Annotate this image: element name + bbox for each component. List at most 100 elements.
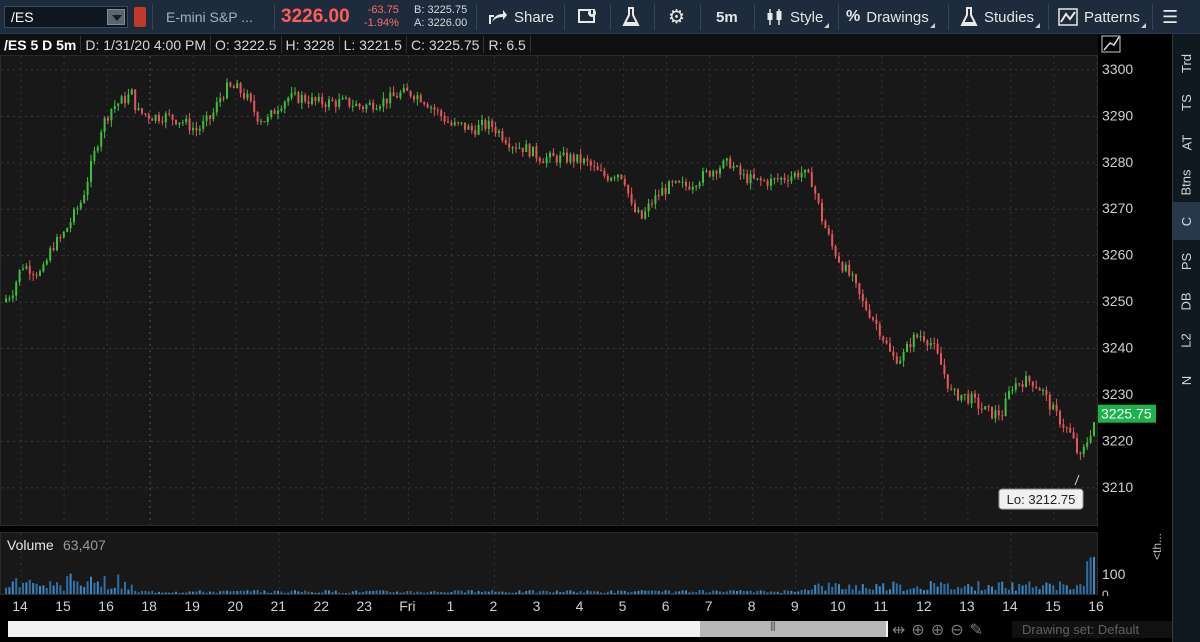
volume-bar [226, 590, 228, 594]
zoom-in-icon[interactable]: ⊕ [931, 620, 944, 640]
side-tab-at[interactable]: AT [1173, 123, 1200, 161]
corner-triangle-icon [1140, 23, 1146, 28]
time-tick-label: 14 [1002, 598, 1018, 614]
candle-body [671, 181, 674, 183]
scrollbar-thumb[interactable] [700, 621, 886, 637]
patterns-icon [1058, 8, 1078, 26]
timeframe-button[interactable]: 5m [716, 0, 738, 34]
candle-body [192, 127, 194, 131]
menu-button[interactable]: ☰ [1162, 0, 1178, 34]
volume-bar [780, 592, 783, 594]
volume-bar [317, 592, 320, 594]
side-tab-l2[interactable]: L2 [1173, 321, 1200, 359]
side-tab-btns[interactable]: Btns [1173, 163, 1200, 201]
candle-body [736, 165, 738, 167]
candle-body [1072, 432, 1075, 439]
volume-bar [603, 592, 606, 594]
candle-body [11, 295, 14, 299]
candle-body [15, 282, 18, 296]
candle-body [708, 170, 711, 177]
drawing-tool-icon[interactable]: ✎ [970, 620, 983, 640]
low-marker-line [1074, 474, 1080, 486]
symbol-selector[interactable]: /ES [4, 6, 128, 28]
studies-label: Studies [984, 8, 1035, 26]
volume-bar [800, 590, 803, 594]
volume-bar [436, 591, 439, 594]
current-price-tag: 3225.75 [1098, 404, 1156, 423]
chart-info-bar: /ES 5 D 5m D: 1/31/20 4:00 PM O: 3222.5 … [0, 34, 1098, 55]
divider [476, 4, 477, 30]
thinkscript-label[interactable]: <th... [1150, 533, 1164, 560]
volume-bar [1086, 561, 1089, 594]
time-tick-label: 21 [270, 598, 286, 614]
share-button[interactable]: Share [488, 0, 554, 34]
volume-bar [586, 590, 589, 594]
drawings-button[interactable]: % Drawings [846, 0, 935, 34]
volume-bar [807, 590, 810, 594]
auto-fit-icon[interactable] [1101, 35, 1121, 53]
pan-icon[interactable]: ⇹ [892, 620, 905, 640]
candle-body [127, 94, 130, 104]
side-tab-ps[interactable]: PS [1173, 242, 1200, 280]
flask-button[interactable] [622, 0, 640, 34]
volume-bar [42, 585, 45, 594]
alert-button[interactable] [578, 0, 598, 34]
side-tab-db[interactable]: DB [1173, 282, 1200, 320]
volume-bar [491, 590, 494, 594]
candle-body [695, 186, 698, 188]
side-tab-trd[interactable]: Trd [1173, 44, 1200, 82]
chart-title: /ES 5 D 5m [4, 36, 77, 53]
price-chart[interactable]: Lo: 3212.75 [1, 56, 1098, 525]
volume-bar [341, 592, 344, 594]
side-tab-c[interactable]: C [1173, 202, 1200, 240]
volume-bar [702, 590, 704, 594]
candle-body [674, 180, 677, 183]
patterns-button[interactable]: Patterns [1058, 0, 1146, 34]
candle-body [824, 221, 827, 229]
candle-body [1055, 404, 1058, 412]
time-axis[interactable]: 14 15 16 18 19 20 21 22 23 Fri 1 2 3 4 5 6 7 8 9 10 11 12 13 14… [0, 596, 1172, 616]
candle-body [923, 336, 925, 341]
volume-bar [549, 592, 551, 594]
zoom-out-icon[interactable]: ⊖ [950, 620, 963, 640]
candle-body [484, 120, 487, 129]
volume-panel[interactable]: Volume 63,407 [0, 532, 1098, 595]
price-chart-panel[interactable]: Lo: 3212.75 [0, 55, 1098, 526]
settings-button[interactable]: ⚙ [668, 0, 685, 34]
candle-body [100, 132, 103, 148]
volume-bar [297, 591, 300, 594]
volume-bar [844, 589, 847, 594]
volume-bar [1001, 581, 1004, 594]
volume-bar [130, 584, 133, 594]
volume-bar [35, 583, 38, 594]
price-axis-labels: 3210 3220 3230 3240 3250 3260 3270 3280 3290 3300… [1098, 35, 1156, 602]
volume-bar [644, 590, 647, 594]
style-button[interactable]: Style [766, 0, 830, 34]
volume-bar [110, 588, 113, 594]
volume-bar [861, 583, 864, 594]
volume-bar [181, 592, 184, 594]
volume-bar [987, 585, 990, 594]
candle-body [657, 195, 660, 197]
volume-bar [205, 592, 208, 594]
crosshair-icon[interactable]: ⊕ [911, 620, 924, 640]
side-tab-n[interactable]: N [1173, 361, 1200, 399]
volume-bar [15, 578, 18, 594]
volume-bar [1093, 556, 1095, 594]
price-axis[interactable]: 3210 3220 3230 3240 3250 3260 3270 3280 3290 3300… [1098, 34, 1172, 602]
link-color-tag[interactable] [134, 7, 146, 27]
candle-body [283, 101, 286, 109]
candle-body [209, 115, 211, 119]
candle-body [1069, 427, 1072, 433]
symbol-dropdown-button[interactable] [107, 9, 125, 25]
side-tab-ts[interactable]: TS [1173, 83, 1200, 121]
volume-bar [868, 588, 871, 594]
volume-bar [936, 586, 939, 594]
drawing-set-selector[interactable]: Drawing set: Default [1012, 621, 1172, 638]
candle-body [936, 343, 939, 354]
candle-body [555, 156, 558, 163]
studies-button[interactable]: Studies [960, 0, 1041, 34]
volume-bar [508, 592, 511, 594]
last-price: 3226.00 [281, 6, 350, 27]
candle-body [501, 131, 504, 141]
